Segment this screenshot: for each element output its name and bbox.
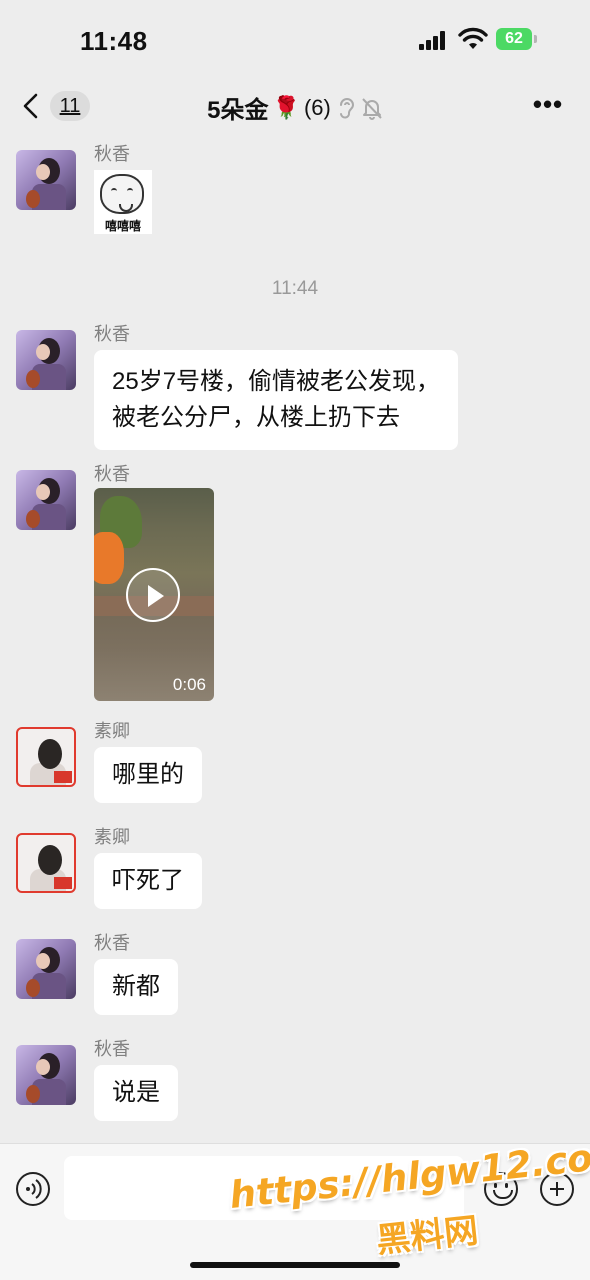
sender-name: 秋香 <box>94 144 130 164</box>
message-bubble[interactable]: 25岁7号楼，偷情被老公发现， 被老公分尸，从楼上扔下去 <box>94 350 459 450</box>
message-text-line: 被老公分尸，从楼上扔下去 <box>112 404 400 431</box>
avatar[interactable] <box>16 470 76 530</box>
avatar[interactable] <box>16 150 76 210</box>
emoji-icon[interactable] <box>484 1172 518 1206</box>
message-text: 吓死了 <box>112 867 184 894</box>
play-icon[interactable] <box>126 568 180 622</box>
wifi-icon <box>458 27 488 49</box>
avatar[interactable] <box>16 727 76 787</box>
ear-icon <box>339 97 354 118</box>
message-item: 秋香 嘻嘻嘻 <box>16 144 516 240</box>
voice-icon[interactable] <box>16 1172 50 1206</box>
video-duration: 0:06 <box>172 675 206 694</box>
home-indicator[interactable] <box>190 1262 400 1268</box>
avatar[interactable] <box>16 1045 76 1105</box>
message-bubble[interactable]: 说是 <box>94 1065 178 1121</box>
video-message[interactable]: 0:06 <box>94 488 214 701</box>
sender-name: 秋香 <box>94 933 130 953</box>
message-bubble[interactable]: 吓死了 <box>94 853 202 909</box>
avatar[interactable] <box>16 330 76 390</box>
bell-muted-icon <box>362 97 382 120</box>
status-time: 11:48 <box>80 26 148 56</box>
sticker-caption: 嘻嘻嘻 <box>104 219 141 233</box>
battery-icon: 62 <box>496 28 532 50</box>
rose-icon: 🌹 <box>272 94 300 120</box>
message-text: 说是 <box>112 1079 160 1106</box>
avatar[interactable] <box>16 939 76 999</box>
cellular-signal-icon <box>419 30 449 50</box>
chat-title-text: 5朵金 <box>207 97 269 124</box>
message-text-line: 25岁7号楼，偷情被老公发现， <box>112 368 441 395</box>
message-item: 素卿 哪里的 <box>16 721 316 817</box>
message-item: 秋香 新都 <box>16 933 316 1029</box>
message-text: 新都 <box>112 973 160 1000</box>
sticker-face-icon <box>100 174 144 214</box>
sender-name: 素卿 <box>94 827 130 847</box>
battery-tip <box>534 35 537 43</box>
avatar[interactable] <box>16 833 76 893</box>
message-item: 秋香 0:06 <box>16 464 316 710</box>
member-count: (6) <box>303 94 331 120</box>
sender-name: 秋香 <box>94 324 130 344</box>
more-icon[interactable]: ••• <box>528 90 568 120</box>
message-item: 素卿 吓死了 <box>16 827 316 923</box>
message-item: 秋香 说是 <box>16 1039 316 1135</box>
chat-header: 11 5朵金 🌹 (6) ••• <box>0 78 590 134</box>
chat-title[interactable]: 5朵金 🌹 (6) <box>0 90 590 125</box>
plus-icon[interactable] <box>540 1172 574 1206</box>
input-bar <box>0 1143 590 1280</box>
message-item: 秋香 25岁7号楼，偷情被老公发现， 被老公分尸，从楼上扔下去 <box>16 324 576 450</box>
sticker[interactable]: 嘻嘻嘻 <box>94 170 152 234</box>
sender-name: 秋香 <box>94 464 130 484</box>
status-bar: 11:48 62 <box>0 0 590 78</box>
message-bubble[interactable]: 新都 <box>94 959 178 1015</box>
message-text: 哪里的 <box>112 761 184 788</box>
sender-name: 秋香 <box>94 1039 130 1059</box>
battery-level: 62 <box>505 30 523 47</box>
message-bubble[interactable]: 哪里的 <box>94 747 202 803</box>
sender-name: 素卿 <box>94 721 130 741</box>
message-input[interactable] <box>64 1156 464 1220</box>
message-timestamp: 11:44 <box>271 278 319 299</box>
